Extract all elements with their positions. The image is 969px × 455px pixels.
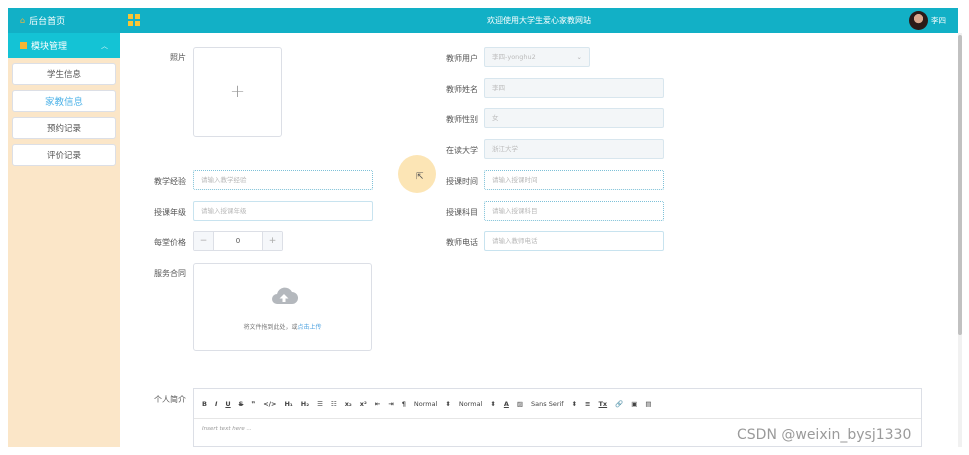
background-color-icon[interactable]: ▨	[517, 400, 523, 408]
price-value[interactable]: 0	[214, 232, 262, 250]
sidebar: ⌂ 后台首页 模块管理 ︿ 学生信息 家教信息 预约记录 评价记录	[8, 8, 120, 447]
grade-label: 授课年级	[154, 208, 186, 217]
sidebar-item-review-records[interactable]: 评价记录	[12, 144, 116, 166]
sidebar-item-label: 家教信息	[44, 97, 83, 108]
header1-button[interactable]: H₁	[284, 400, 292, 408]
outdent-icon[interactable]: ⇤	[375, 400, 380, 408]
subscript-button[interactable]: x₂	[345, 400, 352, 408]
plus-icon: +	[229, 81, 246, 102]
sidebar-item-student-info[interactable]: 学生信息	[12, 63, 116, 85]
upload-hint: 将文件拖到此处，或点击上传	[194, 322, 371, 331]
teacher-name-label: 教师姓名	[446, 85, 478, 94]
phone-input[interactable]: 请输入教师电话	[484, 231, 664, 251]
editor-placeholder[interactable]: Insert text here ...	[202, 426, 252, 432]
underline-button[interactable]: U	[225, 400, 230, 408]
contract-label: 服务合同	[154, 269, 186, 278]
text-color-icon[interactable]: A	[504, 400, 509, 408]
grade-input[interactable]: 请输入授课年级	[193, 201, 373, 221]
time-label: 授课时间	[446, 177, 478, 186]
size-select[interactable]: Normal	[414, 400, 438, 408]
sidebar-home[interactable]: ⌂ 后台首页	[8, 8, 120, 33]
price-increase-button[interactable]: +	[262, 232, 282, 250]
sidebar-item-tutor-info[interactable]: 家教信息	[12, 90, 116, 112]
size-select-caret-icon: ⬍	[445, 399, 451, 408]
teacher-user-value: 李四-yonghu2	[492, 53, 536, 61]
sidebar-item-label: 评价记录	[46, 151, 81, 161]
upload-hint-text: 将文件拖到此处，或	[243, 324, 298, 331]
time-input[interactable]: 请输入授课时间	[484, 170, 664, 190]
header-select-caret-icon: ⬍	[490, 399, 496, 408]
sidebar-item-label: 学生信息	[46, 70, 81, 80]
teacher-gender-input[interactable]: 女	[484, 108, 664, 128]
avatar[interactable]	[909, 11, 928, 30]
teacher-user-select[interactable]: 李四-yonghu2 ⌄	[484, 47, 590, 67]
superscript-button[interactable]: x²	[360, 400, 367, 408]
teacher-gender-label: 教师性别	[446, 115, 478, 124]
scrollbar-thumb[interactable]	[958, 35, 962, 335]
price-label: 每堂价格	[154, 238, 186, 247]
header-username[interactable]: 李四	[931, 8, 946, 33]
link-icon[interactable]: 🔗	[615, 400, 623, 408]
header-title: 欢迎使用大学生爱心家教网站	[487, 16, 591, 25]
direction-icon[interactable]: ¶	[402, 400, 406, 408]
chevron-down-icon: ⌄	[576, 53, 582, 61]
phone-label: 教师电话	[446, 238, 478, 247]
cloud-upload-icon	[272, 287, 298, 304]
photo-upload[interactable]: +	[193, 47, 282, 137]
clear-format-icon[interactable]: Tx	[599, 400, 608, 408]
cursor-arrow-icon: ⇱	[416, 172, 424, 182]
align-icon[interactable]: ≡	[585, 400, 590, 408]
subject-label: 授课科目	[446, 208, 478, 217]
scrollbar[interactable]	[958, 33, 962, 447]
price-stepper[interactable]: − 0 +	[193, 231, 283, 251]
contract-upload-dropzone[interactable]: 将文件拖到此处，或点击上传	[193, 263, 372, 351]
strike-button[interactable]: S	[239, 400, 244, 408]
font-select[interactable]: Sans Serif	[531, 400, 564, 408]
ordered-list-icon[interactable]: ☰	[317, 400, 323, 408]
module-icon	[20, 42, 27, 49]
image-icon[interactable]: ▣	[631, 400, 637, 408]
subject-input[interactable]: 请输入授课科目	[484, 201, 664, 221]
experience-label: 教学经验	[154, 177, 186, 186]
watermark: CSDN @weixin_bysj1330	[737, 427, 912, 443]
font-select-caret-icon: ⬍	[571, 399, 578, 408]
price-decrease-button[interactable]: −	[194, 232, 214, 250]
bold-button[interactable]: B	[202, 400, 207, 408]
university-label: 在读大学	[446, 146, 478, 155]
upload-link[interactable]: 点击上传	[298, 324, 322, 331]
teacher-name-input[interactable]: 李四	[484, 78, 664, 98]
header-select[interactable]: Normal	[459, 400, 483, 408]
video-icon[interactable]: ▤	[645, 400, 651, 408]
header2-button[interactable]: H₂	[301, 400, 309, 408]
experience-input[interactable]: 请输入教学经验	[193, 170, 373, 190]
bullet-list-icon[interactable]: ☷	[331, 400, 337, 408]
sidebar-module-label: 模块管理	[31, 42, 68, 52]
home-icon: ⌂	[20, 16, 26, 25]
code-icon[interactable]: </>	[263, 400, 276, 408]
editor-toolbar: B I U S ❞ </> H₁ H₂ ☰ ☷ x₂ x² ⇤ ⇥ ¶ Norm…	[194, 389, 921, 419]
sidebar-item-booking-records[interactable]: 预约记录	[12, 117, 116, 139]
teacher-user-label: 教师用户	[446, 54, 478, 63]
sidebar-module-menu[interactable]: 模块管理 ︿	[8, 33, 120, 58]
app-root: ⌂ 后台首页 模块管理 ︿ 学生信息 家教信息 预约记录 评价记录 欢迎使用大学…	[0, 0, 969, 455]
chevron-up-icon: ︿	[101, 42, 108, 50]
photo-label: 照片	[170, 53, 186, 62]
intro-label: 个人简介	[154, 395, 186, 404]
university-input[interactable]: 浙江大学	[484, 139, 664, 159]
sidebar-item-label: 预约记录	[46, 124, 81, 134]
sidebar-home-label: 后台首页	[29, 17, 66, 27]
indent-icon[interactable]: ⇥	[388, 400, 393, 408]
top-header: 欢迎使用大学生爱心家教网站 李四	[120, 8, 958, 33]
italic-button[interactable]: I	[215, 400, 217, 408]
blockquote-icon[interactable]: ❞	[251, 400, 255, 408]
